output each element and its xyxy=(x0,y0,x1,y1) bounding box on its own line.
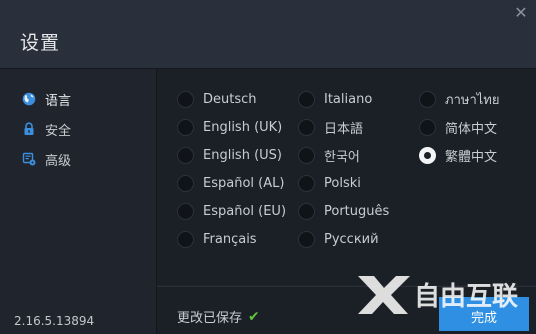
language-option-francais[interactable]: Français xyxy=(177,228,257,250)
language-option-deutsch[interactable]: Deutsch xyxy=(177,88,257,110)
window-title: 设置 xyxy=(20,32,61,54)
language-option-polski[interactable]: Polski xyxy=(298,172,361,194)
language-label: Español (EU) xyxy=(203,203,287,219)
lock-icon xyxy=(22,122,36,136)
version-label: 2.16.5.13894 xyxy=(14,314,95,328)
done-button[interactable]: 完成 xyxy=(439,297,529,331)
language-option-italiano[interactable]: Italiano xyxy=(298,88,372,110)
radio-button[interactable] xyxy=(419,118,436,136)
language-label: 简体中文 xyxy=(445,121,498,137)
language-label: Русский xyxy=(324,231,379,247)
radio-button[interactable] xyxy=(298,118,315,136)
globe-icon xyxy=(22,92,36,106)
language-label: Polski xyxy=(324,175,361,191)
language-label: English (US) xyxy=(203,147,282,163)
language-label: 日本語 xyxy=(324,121,364,137)
radio-button[interactable] xyxy=(298,146,315,164)
radio-button[interactable] xyxy=(298,202,315,220)
radio-button[interactable] xyxy=(298,174,315,192)
window-header: 设置 ✕ xyxy=(0,0,536,69)
language-label: 한국어 xyxy=(324,149,360,165)
language-option-portugues[interactable]: Português xyxy=(298,200,389,222)
footer-bar: 更改已保存 ✔ 完成 xyxy=(157,286,536,334)
language-label: Español (AL) xyxy=(203,175,285,191)
language-label: English (UK) xyxy=(203,119,283,135)
radio-button-selected[interactable] xyxy=(419,146,436,164)
checkmark-icon: ✔ xyxy=(248,308,260,325)
radio-button[interactable] xyxy=(177,146,194,164)
radio-button[interactable] xyxy=(177,230,194,248)
settings-window: 设置 ✕ 语言 安全 高级 2.16.5.13894 Deutsch Engli… xyxy=(0,0,536,334)
radio-button[interactable] xyxy=(177,174,194,192)
language-label: 繁體中文 xyxy=(445,149,498,165)
language-label: Français xyxy=(203,231,257,247)
language-option-japanese[interactable]: 日本語 xyxy=(298,116,363,138)
language-option-espanol-al[interactable]: Español (AL) xyxy=(177,172,284,194)
language-label: Português xyxy=(324,203,390,219)
language-options-panel: Deutsch English (UK) English (US) Españo… xyxy=(157,69,536,285)
language-option-russian[interactable]: Русский xyxy=(298,228,379,250)
radio-button[interactable] xyxy=(298,230,315,248)
sidebar-item-label: 安全 xyxy=(45,123,72,139)
language-option-espanol-eu[interactable]: Español (EU) xyxy=(177,200,286,222)
sidebar-item-security[interactable]: 安全 xyxy=(22,119,71,139)
close-icon[interactable]: ✕ xyxy=(512,4,530,22)
sidebar-item-label: 高级 xyxy=(45,153,72,169)
save-status: 更改已保存 ✔ xyxy=(177,307,260,327)
language-option-english-uk[interactable]: English (UK) xyxy=(177,116,282,138)
language-label: Italiano xyxy=(324,91,373,107)
advanced-settings-icon xyxy=(22,152,36,166)
save-status-text: 更改已保存 xyxy=(177,311,243,326)
radio-button[interactable] xyxy=(177,118,194,136)
sidebar: 语言 安全 高级 2.16.5.13894 xyxy=(0,69,157,334)
sidebar-item-language[interactable]: 语言 xyxy=(22,89,71,109)
radio-button[interactable] xyxy=(419,90,436,108)
radio-button[interactable] xyxy=(177,202,194,220)
language-option-simplified-chinese[interactable]: 简体中文 xyxy=(419,116,497,138)
language-label: ภาษาไทย xyxy=(445,92,500,108)
language-label: Deutsch xyxy=(203,91,257,107)
radio-button[interactable] xyxy=(298,90,315,108)
language-option-korean[interactable]: 한국어 xyxy=(298,144,360,166)
radio-button[interactable] xyxy=(177,90,194,108)
language-option-thai[interactable]: ภาษาไทย xyxy=(419,88,499,110)
language-option-traditional-chinese[interactable]: 繁體中文 xyxy=(419,144,497,166)
language-option-english-us[interactable]: English (US) xyxy=(177,144,282,166)
sidebar-item-label: 语言 xyxy=(45,93,72,109)
sidebar-item-advanced[interactable]: 高级 xyxy=(22,149,71,169)
